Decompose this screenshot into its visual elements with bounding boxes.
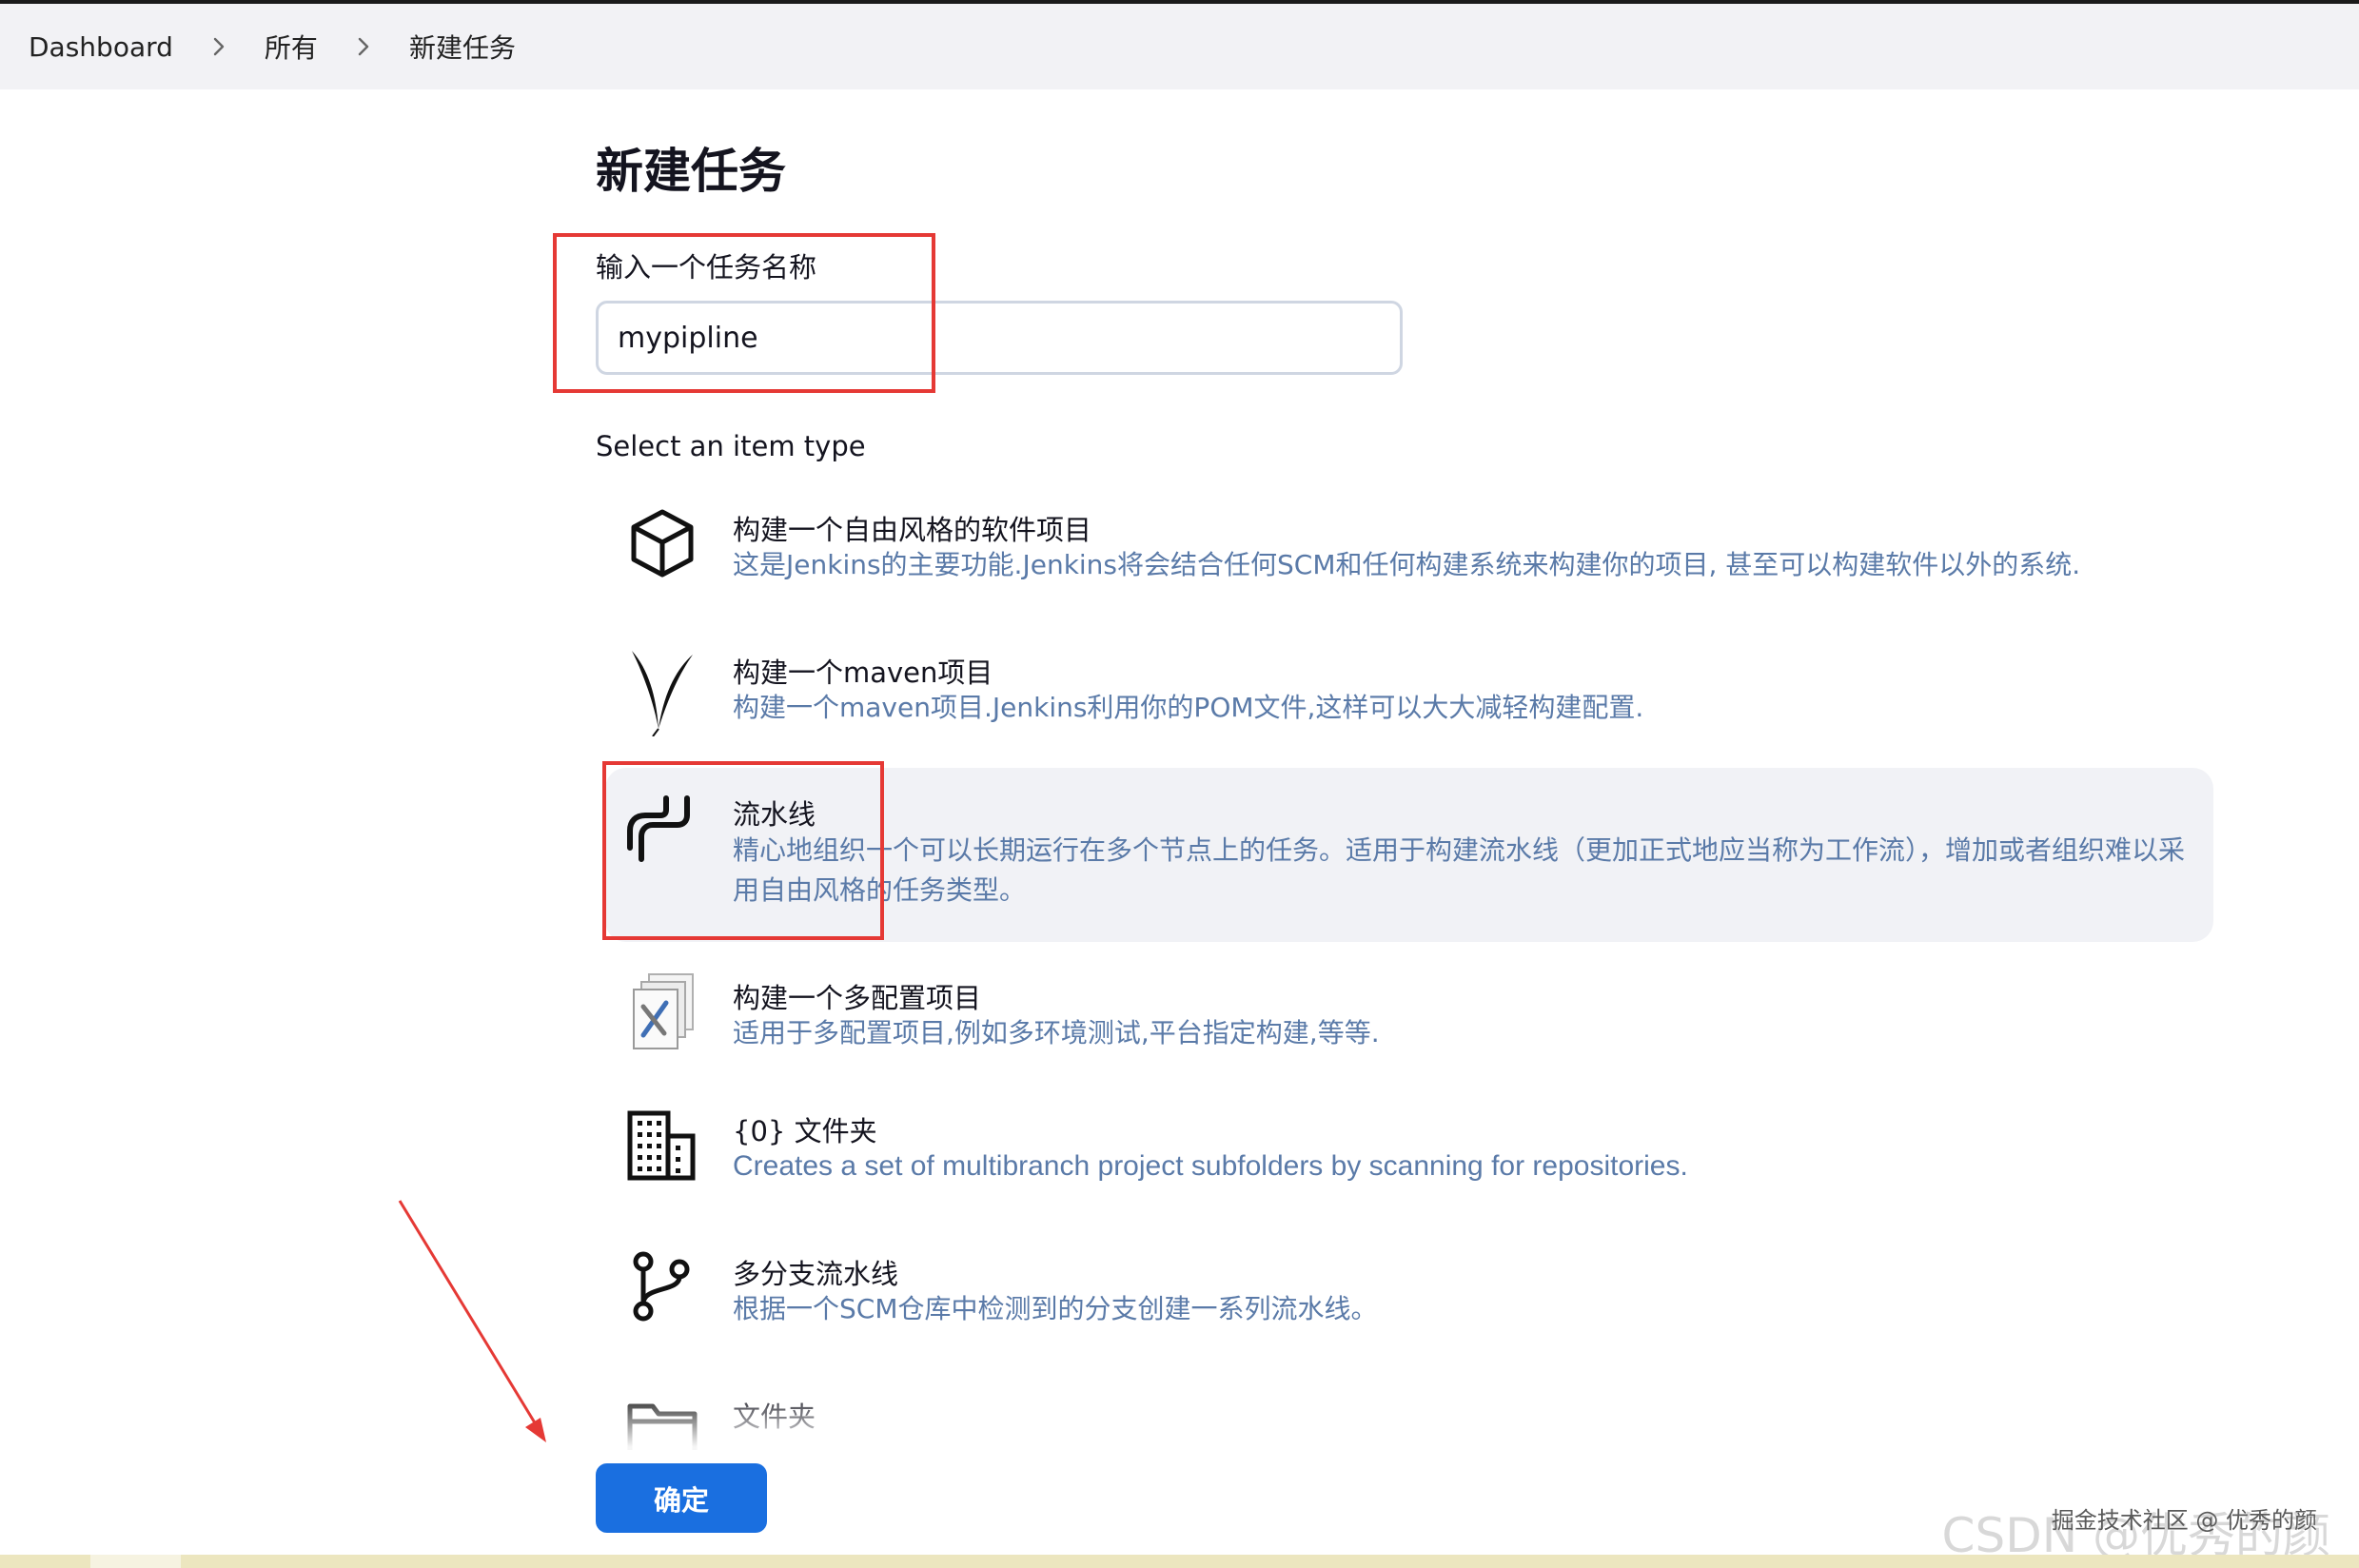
breadcrumb-new-item[interactable]: 新建任务 (409, 28, 516, 66)
building-icon (624, 1107, 700, 1184)
item-title: 构建一个maven项目 (733, 657, 993, 689)
folder-icon (624, 1397, 700, 1454)
chevron-right-icon (206, 33, 232, 60)
item-title: 构建一个自由风格的软件项目 (733, 514, 1092, 546)
item-type-pipeline[interactable]: 流水线 精心地组织一个可以长期运行在多个节点上的任务。适用于构建流水线（更加正式… (605, 768, 2213, 942)
pipeline-icon (624, 791, 700, 867)
page-title: 新建任务 (596, 144, 786, 199)
item-desc: 适用于多配置项目,例如多环境测试,平台指定构建,等等. (733, 1017, 1380, 1049)
bottom-strip (0, 1555, 2359, 1568)
breadcrumb: Dashboard 所有 新建任务 (0, 4, 2359, 89)
item-type-maven[interactable]: 构建一个maven项目 构建一个maven项目.Jenkins利用你的POM文件… (605, 634, 2213, 750)
item-title: 多分支流水线 (733, 1258, 899, 1290)
feather-icon (624, 641, 700, 737)
item-desc: 精心地组织一个可以长期运行在多个节点上的任务。适用于构建流水线（更加正式地应当称… (733, 834, 2186, 906)
item-type-freestyle[interactable]: 构建一个自由风格的软件项目 这是Jenkins的主要功能.Jenkins将会结合… (605, 491, 2213, 607)
item-title: 构建一个多配置项目 (733, 982, 982, 1014)
breadcrumb-dashboard[interactable]: Dashboard (29, 31, 173, 63)
chevron-right-icon (350, 33, 377, 60)
breadcrumb-all[interactable]: 所有 (265, 28, 318, 66)
branch-icon (624, 1248, 700, 1324)
item-type-multibranch[interactable]: 多分支流水线 根据一个SCM仓库中检测到的分支创建一系列流水线。 (605, 1235, 2213, 1351)
item-name-label: 输入一个任务名称 (596, 251, 817, 284)
watermark-juejin: 掘金技术社区 @ 优秀的颜 (2051, 1507, 2317, 1534)
item-name-input[interactable] (596, 301, 1403, 375)
ok-button[interactable]: 确定 (596, 1463, 767, 1533)
select-item-type-label: Select an item type (596, 430, 866, 462)
item-type-org-folder[interactable]: {0} 文件夹 Creates a set of multibranch pro… (605, 1092, 2213, 1208)
item-type-folder[interactable]: 文件夹 (605, 1378, 2213, 1450)
item-desc: Creates a set of multibranch project sub… (733, 1150, 1688, 1182)
item-desc: 根据一个SCM仓库中检测到的分支创建一系列流水线。 (733, 1293, 1378, 1324)
item-title: 流水线 (733, 798, 816, 831)
item-title: 文件夹 (733, 1401, 816, 1433)
item-desc: 构建一个maven项目.Jenkins利用你的POM文件,这样可以大大减轻构建配… (733, 692, 1644, 723)
item-type-multi-config[interactable]: 构建一个多配置项目 适用于多配置项目,例如多环境测试,平台指定构建,等等. (605, 959, 2213, 1075)
multi-config-icon (624, 972, 700, 1049)
cube-icon (624, 504, 700, 580)
item-title: {0} 文件夹 (733, 1115, 877, 1147)
item-desc: 这是Jenkins的主要功能.Jenkins将会结合任何SCM和任何构建系统来构… (733, 549, 2081, 580)
